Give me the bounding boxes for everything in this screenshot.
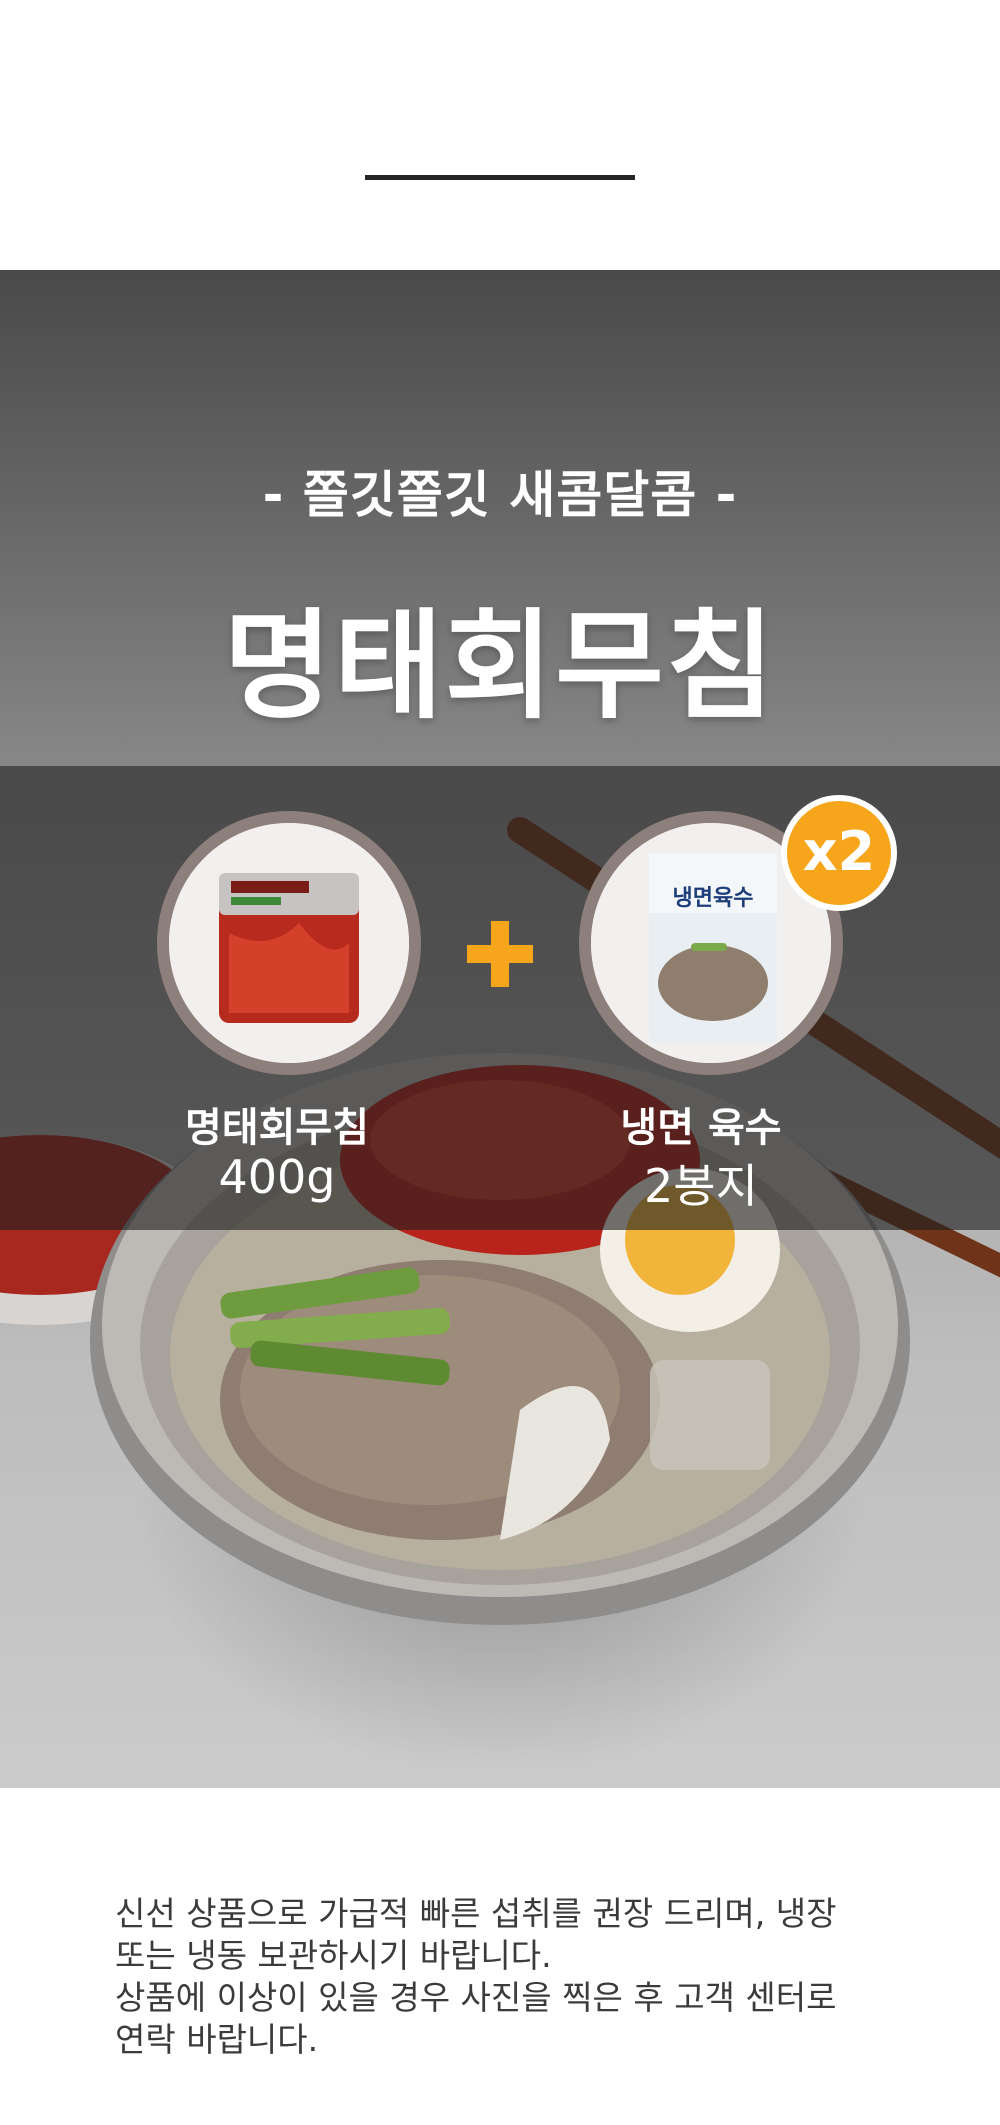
item2-name: 냉면 육수 xyxy=(620,1105,782,1151)
plus-icon xyxy=(467,921,533,987)
svg-text:냉면육수: 냉면육수 xyxy=(673,886,754,911)
top-divider xyxy=(365,175,635,180)
quantity-badge: x2 xyxy=(781,795,897,911)
item1-name: 명태회무침 xyxy=(185,1105,369,1151)
hero-section: - 쫄깃쫄깃 새콤달콤 - 명태회무침 냉면육수 x2 명태회무침 400g 냉… xyxy=(0,270,1000,1788)
notice-line-2: 상품에 이상이 있을 경우 사진을 찍은 후 고객 센터로 연락 바랍니다. xyxy=(115,1978,837,2059)
pollack-jar-image xyxy=(157,811,421,1075)
page-title: 명태회무침 xyxy=(223,597,777,735)
item1-amount: 400g xyxy=(218,1150,336,1204)
item2-amount: 2봉지 xyxy=(644,1159,758,1213)
storage-notice: 신선 상품으로 가급적 빠른 섭취를 권장 드리며, 냉장 또는 냉동 보관하시… xyxy=(115,1893,895,2061)
page-subtitle: - 쫄깃쫄깃 새콤달콤 - xyxy=(262,466,738,524)
notice-line-1: 신선 상품으로 가급적 빠른 섭취를 권장 드리며, 냉장 또는 냉동 보관하시… xyxy=(115,1894,837,1975)
